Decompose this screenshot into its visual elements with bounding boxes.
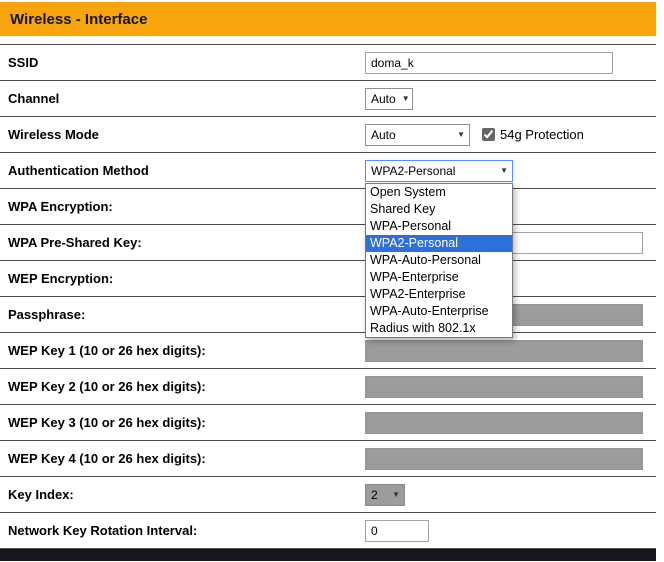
dropdown-option[interactable]: Radius with 802.1x [366, 320, 512, 337]
ssid-label: SSID [0, 55, 365, 70]
form-row-wep-encryption: WEP Encryption: [0, 261, 656, 297]
dropdown-option[interactable]: WPA-Personal [366, 218, 512, 235]
chevron-down-icon: ▼ [457, 130, 465, 139]
form-row-wireless-mode: Wireless Mode Auto ▼ 54g Protection [0, 117, 656, 153]
form-row-passphrase: Passphrase: [0, 297, 656, 333]
chevron-down-icon: ▼ [500, 166, 508, 175]
page-header: Wireless - Interface [0, 2, 656, 36]
wpa-encryption-label: WPA Encryption: [0, 199, 365, 214]
form-row-wep-key-3: WEP Key 3 (10 or 26 hex digits): [0, 405, 656, 441]
wpa-psk-label: WPA Pre-Shared Key: [0, 235, 365, 250]
wep-encryption-label: WEP Encryption: [0, 271, 365, 286]
settings-table: SSID Channel Auto ▼ Wireless Mode Auto ▼ [0, 44, 656, 549]
wep-key-2-label: WEP Key 2 (10 or 26 hex digits): [0, 379, 365, 394]
channel-label: Channel [0, 91, 365, 106]
dropdown-option[interactable]: Open System [366, 184, 512, 201]
wep-key-3-input [365, 412, 643, 434]
chevron-down-icon: ▼ [392, 490, 400, 499]
auth-method-select[interactable]: WPA2-Personal ▼ [365, 160, 513, 182]
wep-key-1-input [365, 340, 643, 362]
wep-key-1-label: WEP Key 1 (10 or 26 hex digits): [0, 343, 365, 358]
key-index-label: Key Index: [0, 487, 365, 502]
wep-key-4-label: WEP Key 4 (10 or 26 hex digits): [0, 451, 365, 466]
form-row-wpa-psk: WPA Pre-Shared Key: [0, 225, 656, 261]
54g-protection-label: 54g Protection [500, 127, 584, 142]
form-row-wep-key-2: WEP Key 2 (10 or 26 hex digits): [0, 369, 656, 405]
dropdown-option[interactable]: WPA2-Enterprise [366, 286, 512, 303]
dropdown-option[interactable]: Shared Key [366, 201, 512, 218]
dropdown-option[interactable]: WPA-Enterprise [366, 269, 512, 286]
form-row-key-rotation: Network Key Rotation Interval: [0, 513, 656, 549]
key-index-select: 2 ▼ [365, 484, 405, 506]
wireless-mode-select-value: Auto [371, 128, 396, 142]
auth-method-label: Authentication Method [0, 163, 365, 178]
form-row-channel: Channel Auto ▼ [0, 81, 656, 117]
footer-bar [0, 549, 656, 561]
channel-select-value: Auto [371, 92, 396, 106]
dropdown-option[interactable]: WPA-Auto-Enterprise [366, 303, 512, 320]
ssid-input[interactable] [365, 52, 613, 74]
wep-key-2-input [365, 376, 643, 398]
wep-key-4-input [365, 448, 643, 470]
key-index-select-value: 2 [371, 488, 378, 502]
channel-select[interactable]: Auto ▼ [365, 88, 413, 110]
54g-protection-checkbox[interactable] [482, 128, 495, 141]
dropdown-option-selected[interactable]: WPA2-Personal [366, 235, 512, 252]
form-row-ssid: SSID [0, 45, 656, 81]
form-row-wep-key-4: WEP Key 4 (10 or 26 hex digits): [0, 441, 656, 477]
wireless-interface-page: Wireless - Interface SSID Channel Auto ▼… [0, 0, 664, 562]
wep-key-3-label: WEP Key 3 (10 or 26 hex digits): [0, 415, 365, 430]
key-rotation-label: Network Key Rotation Interval: [0, 523, 365, 538]
form-row-wpa-encryption: WPA Encryption: [0, 189, 656, 225]
page-title: Wireless - Interface [10, 11, 147, 28]
form-row-key-index: Key Index: 2 ▼ [0, 477, 656, 513]
form-row-wep-key-1: WEP Key 1 (10 or 26 hex digits): [0, 333, 656, 369]
auth-method-select-value: WPA2-Personal [371, 164, 455, 178]
wireless-mode-label: Wireless Mode [0, 127, 365, 142]
chevron-down-icon: ▼ [402, 94, 410, 103]
key-rotation-input[interactable] [365, 520, 429, 542]
dropdown-option[interactable]: WPA-Auto-Personal [366, 252, 512, 269]
form-row-auth-method: Authentication Method WPA2-Personal ▼ [0, 153, 656, 189]
wireless-mode-select[interactable]: Auto ▼ [365, 124, 470, 146]
passphrase-label: Passphrase: [0, 307, 365, 322]
auth-method-dropdown: Open System Shared Key WPA-Personal WPA2… [365, 183, 513, 338]
